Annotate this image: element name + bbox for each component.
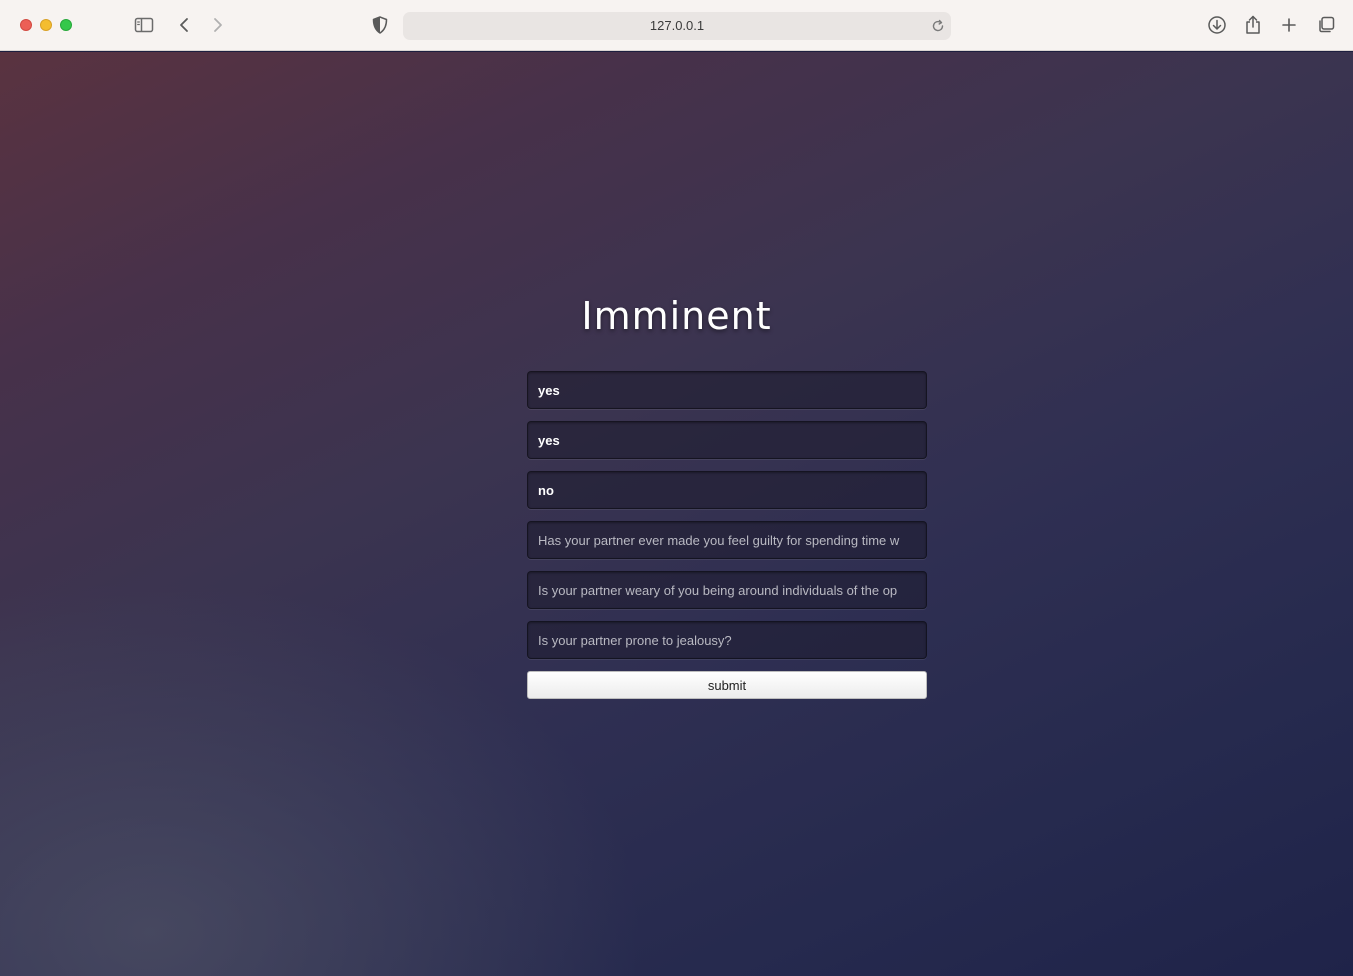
download-icon[interactable] xyxy=(1205,13,1229,37)
privacy-shield-icon[interactable] xyxy=(368,13,392,37)
browser-window: 127.0.0.1 Imminent submit xyxy=(0,0,1353,976)
answer-field-3[interactable] xyxy=(527,471,927,509)
page-title: Imminent xyxy=(581,294,772,338)
answer-field-1[interactable] xyxy=(527,371,927,409)
sidebar-icon[interactable] xyxy=(132,13,156,37)
url-text[interactable]: 127.0.0.1 xyxy=(403,12,951,40)
share-icon[interactable] xyxy=(1241,13,1265,37)
forward-icon[interactable] xyxy=(206,13,230,37)
minimize-window-button[interactable] xyxy=(40,19,52,31)
guilt-question-field[interactable] xyxy=(527,521,927,559)
weary-question-field[interactable] xyxy=(527,571,927,609)
zoom-window-button[interactable] xyxy=(60,19,72,31)
back-icon[interactable] xyxy=(172,13,196,37)
close-window-button[interactable] xyxy=(20,19,32,31)
address-bar[interactable]: 127.0.0.1 xyxy=(403,12,951,40)
reload-icon[interactable] xyxy=(931,19,945,33)
browser-toolbar: 127.0.0.1 xyxy=(0,0,1353,51)
tab-overview-icon[interactable] xyxy=(1314,13,1338,37)
answer-field-2[interactable] xyxy=(527,421,927,459)
questionnaire-form: submit xyxy=(527,371,927,699)
new-tab-icon[interactable] xyxy=(1277,13,1301,37)
page-content: Imminent submit xyxy=(0,52,1353,976)
submit-button[interactable]: submit xyxy=(527,671,927,699)
jealousy-question-field[interactable] xyxy=(527,621,927,659)
